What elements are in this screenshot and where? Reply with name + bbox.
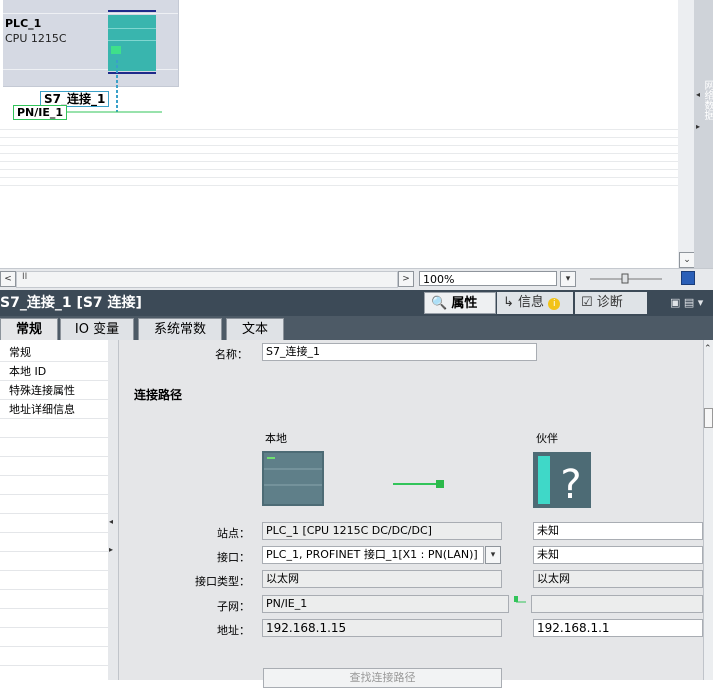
nav-empty-row xyxy=(0,590,108,609)
tab-texts[interactable]: 文本 xyxy=(226,318,284,340)
scroll-left-button[interactable]: < xyxy=(0,271,16,287)
scroll-thumb[interactable]: II xyxy=(22,272,27,282)
nav-empty-row xyxy=(0,533,108,552)
grid-line xyxy=(0,145,678,146)
info-arrow-icon: ↳ xyxy=(503,295,514,310)
svg-text:?: ? xyxy=(560,462,581,508)
local-plc-icon xyxy=(262,451,324,506)
grid-line xyxy=(0,129,678,130)
address-local-field: 192.168.1.15 xyxy=(262,619,502,637)
overview-navigation-icon[interactable] xyxy=(681,271,695,285)
tab-diagnostics-label: 诊断 xyxy=(596,295,623,310)
nav-item-address-details[interactable]: 地址详细信息 xyxy=(0,400,108,419)
interface-type-partner-field: 以太网 xyxy=(533,570,703,588)
section-connection-path: 连接路径 xyxy=(134,388,183,402)
vertical-scrollbar[interactable] xyxy=(678,0,695,268)
nav-empty-row xyxy=(0,514,108,533)
panel-scroll-thumb[interactable] xyxy=(704,408,713,428)
tab-properties-label: 属性 xyxy=(451,296,478,311)
scroll-down-icon[interactable]: ⌄ xyxy=(679,252,695,268)
nav-empty-row xyxy=(0,609,108,628)
subnet-local-field: PN/IE_1 xyxy=(262,595,509,613)
nav-empty-row xyxy=(0,438,108,457)
local-connection-link xyxy=(393,480,444,488)
expand-nav-icon[interactable]: ▸ xyxy=(109,545,113,554)
magnifier-icon: 🔍 xyxy=(431,296,448,311)
zoom-slider[interactable] xyxy=(590,272,662,286)
nav-item-local-id[interactable]: 本地 ID xyxy=(0,362,108,381)
name-label: 名称： xyxy=(215,348,248,361)
tab-info[interactable]: ↳ 信息 i xyxy=(497,292,573,314)
scroll-right-button[interactable]: > xyxy=(398,271,414,287)
grid-line xyxy=(0,137,678,138)
expand-right-icon[interactable]: ▸ xyxy=(696,122,701,132)
nav-empty-row xyxy=(0,495,108,514)
connection-name-input[interactable]: S7_连接_1 xyxy=(262,343,537,361)
tab-general[interactable]: 常规 xyxy=(0,318,58,340)
horizontal-scrollbar[interactable] xyxy=(16,271,398,288)
station-local-field: PLC_1 [CPU 1215C DC/DC/DC] xyxy=(262,522,502,540)
grid-line xyxy=(0,177,678,178)
inspector-title: S7_连接_1 [S7 连接] xyxy=(0,295,142,311)
scroll-up-icon[interactable]: ⌃ xyxy=(704,344,712,354)
side-panel-label: 网络数据 xyxy=(702,80,713,120)
zoom-dropdown-icon[interactable]: ▾ xyxy=(560,271,576,287)
side-panel-tab[interactable] xyxy=(694,0,713,290)
tab-info-label: 信息 xyxy=(518,295,545,310)
collapse-nav-icon[interactable]: ◂ xyxy=(109,517,113,526)
network-label[interactable]: PN/IE_1 xyxy=(13,105,68,120)
nav-empty-row xyxy=(0,552,108,571)
interface-type-label: 接口类型： xyxy=(195,575,250,588)
plc-type: CPU 1215C xyxy=(5,32,67,45)
address-label: 地址： xyxy=(217,624,250,637)
window-controls-icon[interactable]: ▣ ▤ ▾ xyxy=(670,296,703,309)
interface-label: 接口： xyxy=(217,551,250,564)
nav-empty-row xyxy=(0,457,108,476)
nav-empty-row xyxy=(0,476,108,495)
nav-item-special-properties[interactable]: 特殊连接属性 xyxy=(0,381,108,400)
tab-io-tags[interactable]: IO 变量 xyxy=(60,318,134,340)
grid-line xyxy=(0,185,678,186)
plc-name: PLC_1 xyxy=(5,17,42,30)
diagnostics-icon: ☑ xyxy=(581,295,593,310)
nav-empty-row xyxy=(0,647,108,666)
subnet-link-icon xyxy=(514,596,526,603)
interface-dropdown-icon[interactable]: ▾ xyxy=(485,546,501,564)
grid-line xyxy=(0,153,678,154)
nav-splitter[interactable] xyxy=(108,340,119,680)
address-partner-input[interactable]: 192.168.1.1 xyxy=(533,619,703,637)
local-header: 本地 xyxy=(265,432,287,445)
station-partner-field[interactable]: 未知 xyxy=(533,522,703,540)
nav-empty-row xyxy=(0,419,108,438)
info-badge-icon: i xyxy=(548,298,561,310)
zoom-select[interactable]: 100% xyxy=(419,271,557,286)
tab-diagnostics[interactable]: ☑ 诊断 xyxy=(575,292,647,314)
panel-scrollbar[interactable] xyxy=(703,340,713,680)
interface-type-local-field: 以太网 xyxy=(262,570,502,588)
subnet-label: 子网： xyxy=(217,600,250,613)
nav-empty-row xyxy=(0,628,108,647)
nav-empty-row xyxy=(0,571,108,590)
grid-line xyxy=(0,169,678,170)
nav-item-general[interactable]: 常规 xyxy=(0,343,108,362)
station-label: 站点： xyxy=(217,527,250,540)
partner-header: 伙伴 xyxy=(536,432,558,445)
tab-system-constants[interactable]: 系统常数 xyxy=(138,318,222,340)
tab-properties[interactable]: 🔍 属性 xyxy=(424,292,496,314)
interface-partner-field[interactable]: 未知 xyxy=(533,546,703,564)
find-connection-path-button[interactable]: 查找连接路径 xyxy=(263,668,502,688)
grid-line xyxy=(0,161,678,162)
interface-local-select[interactable]: PLC_1, PROFINET 接口_1[X1 : PN(LAN)] xyxy=(262,546,484,564)
subnet-partner-field xyxy=(531,595,703,613)
unknown-partner-icon: ? xyxy=(533,452,591,508)
